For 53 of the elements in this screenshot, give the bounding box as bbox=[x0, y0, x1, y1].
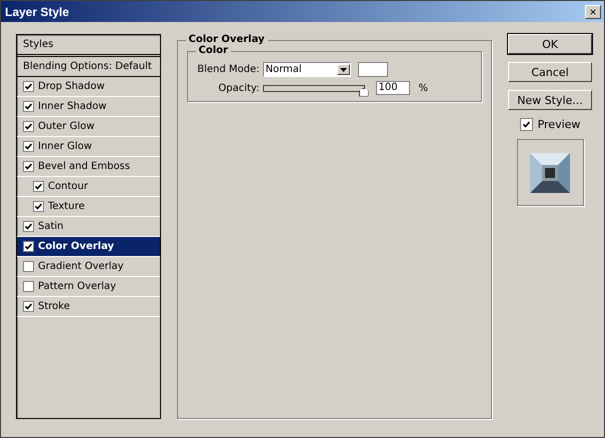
bevel-square-icon bbox=[530, 152, 570, 192]
checkbox[interactable] bbox=[23, 121, 34, 132]
checkmark-icon bbox=[25, 143, 32, 150]
style-item[interactable]: Stroke bbox=[17, 297, 160, 317]
style-item[interactable]: Inner Shadow bbox=[17, 97, 160, 117]
checkbox[interactable] bbox=[23, 81, 34, 92]
window-title: Layer Style bbox=[5, 4, 70, 18]
preview-label: Preview bbox=[538, 118, 580, 131]
checkmark-icon bbox=[25, 103, 32, 110]
checkbox[interactable] bbox=[23, 141, 34, 152]
checkbox[interactable] bbox=[23, 241, 34, 252]
dialog-button[interactable]: Cancel bbox=[508, 62, 592, 82]
dialog-button[interactable]: OK bbox=[508, 34, 592, 54]
checkmark-icon bbox=[25, 223, 32, 230]
styles-header[interactable]: Styles bbox=[17, 35, 160, 57]
blend-mode-dropdown[interactable]: Normal bbox=[262, 62, 350, 77]
checkbox[interactable] bbox=[23, 261, 34, 272]
style-item[interactable]: Color Overlay bbox=[17, 237, 160, 257]
close-button[interactable]: × bbox=[585, 4, 601, 18]
field-label: Opacity: bbox=[217, 82, 260, 94]
slider-thumb[interactable] bbox=[358, 88, 368, 96]
checkmark-icon bbox=[25, 83, 32, 90]
style-item[interactable]: Contour bbox=[17, 177, 160, 197]
style-item[interactable]: Gradient Overlay bbox=[17, 257, 160, 277]
unit-label: % bbox=[418, 82, 428, 94]
dialog-button[interactable]: New Style... bbox=[508, 90, 592, 110]
checkmark-icon bbox=[35, 203, 42, 210]
checkmark-icon bbox=[25, 303, 32, 310]
checkbox[interactable] bbox=[23, 281, 34, 292]
checkbox[interactable] bbox=[23, 221, 34, 232]
group-title: Color bbox=[196, 45, 231, 56]
checkmark-icon bbox=[522, 121, 530, 128]
field-label: Blend Mode: bbox=[196, 64, 260, 75]
checkbox[interactable] bbox=[23, 161, 34, 172]
checkbox[interactable] bbox=[33, 201, 44, 212]
style-item[interactable]: Blending Options: Default bbox=[17, 57, 160, 77]
opacity-field[interactable]: 100 bbox=[376, 81, 410, 95]
style-item[interactable]: Drop Shadow bbox=[17, 77, 160, 97]
checkmark-icon bbox=[25, 163, 32, 170]
style-item[interactable]: Bevel and Emboss bbox=[17, 157, 160, 177]
style-item[interactable]: Pattern Overlay bbox=[17, 277, 160, 297]
panel-title: Color Overlay bbox=[186, 34, 268, 45]
style-item[interactable]: Inner Glow bbox=[17, 137, 160, 157]
color-swatch[interactable] bbox=[358, 62, 388, 77]
checkmark-icon bbox=[25, 123, 32, 130]
checkmark-icon bbox=[25, 243, 32, 250]
checkmark-icon bbox=[35, 183, 42, 190]
preview-checkbox[interactable] bbox=[520, 118, 533, 131]
checkbox[interactable] bbox=[33, 181, 44, 192]
style-item[interactable]: Outer Glow bbox=[17, 117, 160, 137]
checkbox[interactable] bbox=[23, 101, 34, 112]
style-item[interactable]: Texture bbox=[17, 197, 160, 217]
checkbox[interactable] bbox=[23, 301, 34, 312]
